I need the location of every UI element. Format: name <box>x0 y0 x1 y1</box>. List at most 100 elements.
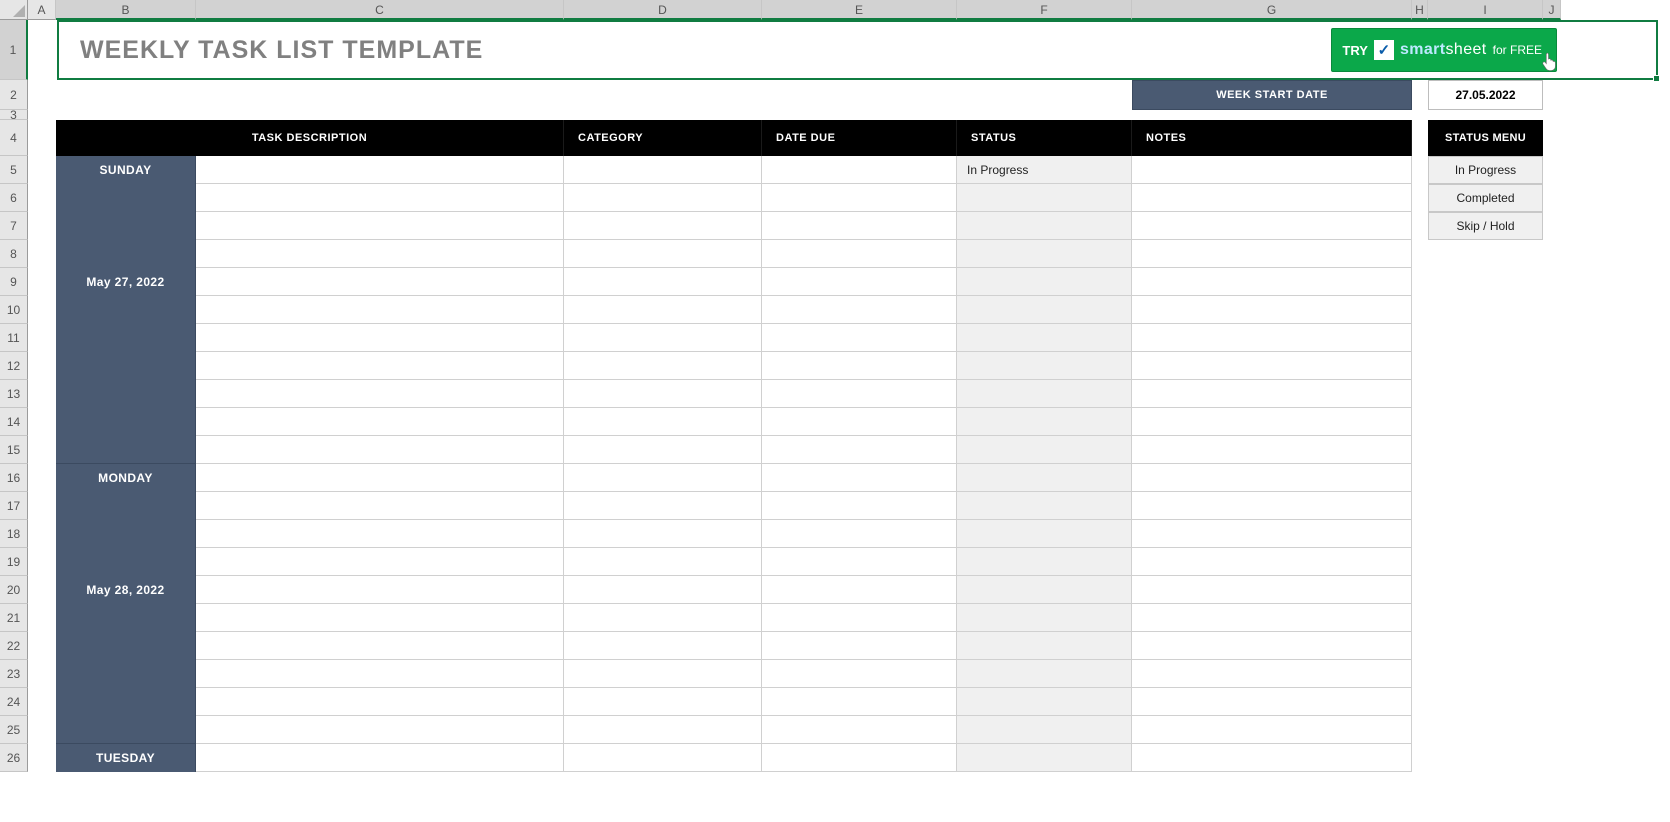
empty-cell[interactable] <box>1428 240 1543 268</box>
empty-cell[interactable] <box>1412 632 1428 660</box>
notes-cell[interactable] <box>1132 744 1412 772</box>
empty-cell[interactable] <box>1412 184 1428 212</box>
empty-cell[interactable] <box>1428 436 1543 464</box>
empty-cell[interactable] <box>1543 632 1561 660</box>
empty-cell[interactable] <box>1428 744 1543 772</box>
status-cell[interactable] <box>957 184 1132 212</box>
empty-cell[interactable] <box>28 548 56 576</box>
empty-cell[interactable] <box>28 296 56 324</box>
category-cell[interactable] <box>564 548 762 576</box>
empty-cell[interactable] <box>1428 324 1543 352</box>
empty-cell[interactable] <box>1412 408 1428 436</box>
task-description-cell[interactable] <box>196 352 564 380</box>
task-description-cell[interactable] <box>196 576 564 604</box>
empty-cell[interactable] <box>1543 436 1561 464</box>
row-header[interactable]: 26 <box>0 744 28 772</box>
empty-cell[interactable] <box>28 716 56 744</box>
task-description-cell[interactable] <box>196 212 564 240</box>
date-due-cell[interactable] <box>762 492 957 520</box>
empty-cell[interactable] <box>1543 240 1561 268</box>
empty-cell[interactable] <box>28 240 56 268</box>
empty-cell[interactable] <box>1412 436 1428 464</box>
status-cell[interactable] <box>957 688 1132 716</box>
empty-cell[interactable] <box>28 352 56 380</box>
empty-cell[interactable] <box>28 520 56 548</box>
empty-cell[interactable] <box>1543 576 1561 604</box>
category-cell[interactable] <box>564 632 762 660</box>
empty-cell[interactable] <box>1428 520 1543 548</box>
status-cell[interactable] <box>957 492 1132 520</box>
column-header[interactable]: A <box>28 0 56 20</box>
empty-cell[interactable] <box>28 744 56 772</box>
notes-cell[interactable] <box>1132 324 1412 352</box>
status-cell[interactable] <box>957 660 1132 688</box>
date-due-cell[interactable] <box>762 520 957 548</box>
row-header[interactable]: 10 <box>0 296 28 324</box>
empty-cell[interactable] <box>1543 548 1561 576</box>
empty-cell[interactable] <box>1412 296 1428 324</box>
empty-cell[interactable] <box>1412 576 1428 604</box>
notes-cell[interactable] <box>1132 268 1412 296</box>
status-cell[interactable] <box>957 744 1132 772</box>
status-cell[interactable] <box>957 576 1132 604</box>
notes-cell[interactable] <box>1132 436 1412 464</box>
row-header[interactable]: 17 <box>0 492 28 520</box>
task-description-cell[interactable] <box>196 268 564 296</box>
empty-cell[interactable] <box>28 436 56 464</box>
empty-cell[interactable] <box>1428 688 1543 716</box>
row-header[interactable]: 3 <box>0 110 28 120</box>
date-due-cell[interactable] <box>762 380 957 408</box>
date-due-cell[interactable] <box>762 408 957 436</box>
row-header[interactable]: 21 <box>0 604 28 632</box>
date-due-cell[interactable] <box>762 576 957 604</box>
empty-cell[interactable] <box>1543 660 1561 688</box>
task-description-cell[interactable] <box>196 548 564 576</box>
row-header[interactable]: 19 <box>0 548 28 576</box>
empty-cell[interactable] <box>1412 120 1428 156</box>
empty-cell[interactable] <box>1543 520 1561 548</box>
empty-cell[interactable] <box>1428 548 1543 576</box>
category-cell[interactable] <box>564 324 762 352</box>
empty-cell[interactable] <box>1543 212 1561 240</box>
empty-cell[interactable] <box>1412 604 1428 632</box>
empty-cell[interactable] <box>1543 184 1561 212</box>
notes-cell[interactable] <box>1132 520 1412 548</box>
status-cell[interactable] <box>957 352 1132 380</box>
notes-cell[interactable] <box>1132 240 1412 268</box>
column-header[interactable]: E <box>762 0 957 20</box>
row-header[interactable]: 18 <box>0 520 28 548</box>
category-cell[interactable] <box>564 660 762 688</box>
category-cell[interactable] <box>564 576 762 604</box>
category-cell[interactable] <box>564 688 762 716</box>
empty-cell[interactable] <box>1428 604 1543 632</box>
task-description-cell[interactable] <box>196 688 564 716</box>
notes-cell[interactable] <box>1132 492 1412 520</box>
empty-cell[interactable] <box>28 604 56 632</box>
date-due-cell[interactable] <box>762 212 957 240</box>
row-header[interactable]: 7 <box>0 212 28 240</box>
column-header[interactable]: C <box>196 0 564 20</box>
status-cell[interactable] <box>957 212 1132 240</box>
category-cell[interactable] <box>564 436 762 464</box>
empty-cell[interactable] <box>1543 492 1561 520</box>
empty-cell[interactable] <box>1412 716 1428 744</box>
task-description-cell[interactable] <box>196 492 564 520</box>
date-due-cell[interactable] <box>762 548 957 576</box>
row-header[interactable]: 13 <box>0 380 28 408</box>
empty-cell[interactable] <box>1428 576 1543 604</box>
empty-cell[interactable] <box>28 156 56 184</box>
row-header[interactable]: 24 <box>0 688 28 716</box>
date-due-cell[interactable] <box>762 464 957 492</box>
spacer-row[interactable] <box>28 110 1561 120</box>
empty-cell[interactable] <box>28 120 56 156</box>
status-cell[interactable] <box>957 296 1132 324</box>
column-header[interactable]: J <box>1543 0 1561 20</box>
status-cell[interactable] <box>957 268 1132 296</box>
empty-cell[interactable] <box>1412 744 1428 772</box>
notes-cell[interactable] <box>1132 296 1412 324</box>
date-due-cell[interactable] <box>762 324 957 352</box>
date-due-cell[interactable] <box>762 604 957 632</box>
empty-cell[interactable] <box>1428 716 1543 744</box>
date-due-cell[interactable] <box>762 156 957 184</box>
date-due-cell[interactable] <box>762 744 957 772</box>
